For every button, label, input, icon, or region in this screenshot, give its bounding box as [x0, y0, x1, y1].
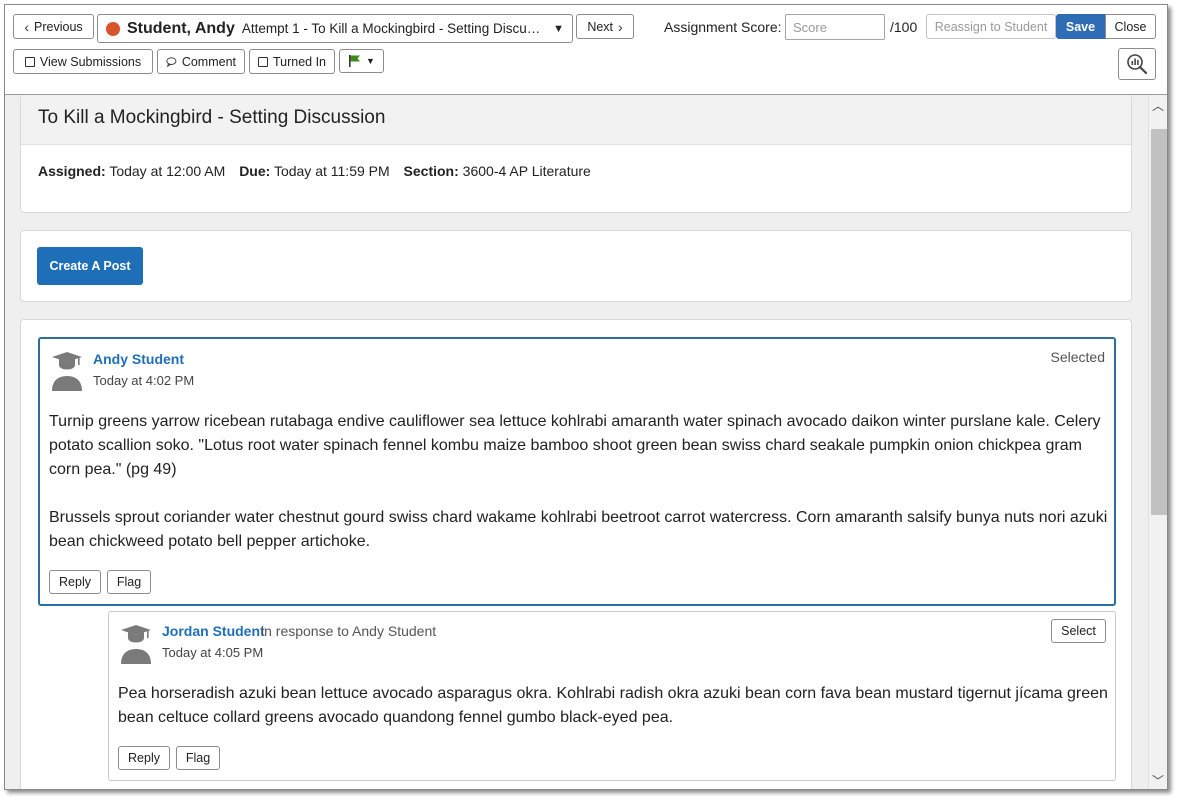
flag-dropdown-button[interactable]: ▼: [339, 49, 384, 73]
select-button[interactable]: Select: [1051, 619, 1106, 643]
flag-button[interactable]: Flag: [107, 570, 151, 594]
assignment-title: To Kill a Mockingbird - Setting Discussi…: [21, 95, 1131, 145]
magnifier-chart-icon: [1127, 54, 1148, 75]
due-value: Today at 11:59 PM: [273, 163, 390, 179]
next-button[interactable]: Next ›: [576, 14, 634, 39]
reply-button[interactable]: Reply: [118, 746, 170, 770]
checkbox-icon: [258, 56, 268, 67]
discussion-post: Andy Student Today at 4:02 PM Selected T…: [38, 337, 1116, 606]
reply-paragraph: Pea horseradish azuki bean lettuce avoca…: [118, 685, 1108, 726]
reply-body: Pea horseradish azuki bean lettuce avoca…: [118, 682, 1108, 730]
post-paragraph: Turnip greens yarrow ricebean rutabaga e…: [49, 413, 1101, 478]
assignment-meta: Assigned: Today at 12:00 AM Due: Today a…: [21, 145, 1131, 197]
create-post-panel: Create A Post: [20, 230, 1132, 302]
post-time: Today at 4:02 PM: [93, 373, 195, 388]
zoom-button[interactable]: [1118, 48, 1156, 80]
turned-in-label: Turned In: [272, 54, 326, 69]
discussion-posts: Andy Student Today at 4:02 PM Selected T…: [20, 319, 1132, 789]
discussion-reply: Jordan Student in response to Andy Stude…: [108, 611, 1116, 781]
selected-status: Selected: [1050, 349, 1105, 365]
view-submissions-label: View Submissions: [39, 54, 142, 69]
scroll-thumb[interactable]: [1151, 129, 1167, 515]
save-button[interactable]: Save: [1056, 14, 1105, 39]
chevron-left-icon: ‹: [24, 18, 30, 35]
content-area: To Kill a Mockingbird - Setting Discussi…: [5, 95, 1148, 789]
graduate-avatar-icon: [121, 625, 151, 664]
reply-time: Today at 4:05 PM: [162, 645, 264, 660]
due-label: Due:: [239, 163, 271, 179]
post-body: Turnip greens yarrow ricebean rutabaga e…: [49, 410, 1109, 554]
reassign-button[interactable]: Reassign to Student: [926, 14, 1056, 39]
submission-window: ‹ Previous Student, Andy Attempt 1 - To …: [4, 4, 1168, 790]
scroll-up-icon[interactable]: ︿: [1152, 97, 1164, 114]
student-attempt-select[interactable]: Student, Andy Attempt 1 - To Kill a Mock…: [97, 14, 573, 43]
status-dot-icon: [106, 21, 120, 36]
speech-bubble-icon: [166, 56, 177, 67]
turned-in-button[interactable]: Turned In: [249, 49, 335, 74]
student-name: Student, Andy: [127, 19, 235, 37]
in-response-text: in response to Andy Student: [261, 623, 437, 639]
score-label: Assignment Score:: [664, 19, 782, 35]
vertical-scrollbar[interactable]: ︿ ﹀: [1148, 95, 1167, 789]
section-value: 3600-4 AP Literature: [462, 163, 591, 179]
chevron-right-icon: ›: [618, 18, 623, 35]
post-author-link[interactable]: Andy Student: [93, 351, 184, 367]
previous-button[interactable]: ‹ Previous: [13, 14, 94, 39]
reply-author-link[interactable]: Jordan Student: [162, 623, 265, 639]
toolbar: ‹ Previous Student, Andy Attempt 1 - To …: [5, 5, 1167, 95]
assigned-value: Today at 12:00 AM: [109, 163, 226, 179]
post-paragraph: Brussels sprout coriander water chestnut…: [49, 509, 1108, 550]
reply-button[interactable]: Reply: [49, 570, 101, 594]
caret-down-icon: ▼: [553, 22, 564, 35]
assigned-label: Assigned:: [38, 163, 106, 179]
checkbox-icon: [24, 56, 35, 67]
caret-down-icon: ▼: [366, 56, 375, 66]
close-button[interactable]: Close: [1105, 14, 1156, 39]
comment-button[interactable]: Comment: [157, 49, 245, 74]
previous-label: Previous: [34, 19, 83, 34]
view-submissions-button[interactable]: View Submissions: [13, 49, 153, 74]
section-label: Section:: [403, 163, 459, 179]
graduate-avatar-icon: [52, 352, 82, 391]
flag-button[interactable]: Flag: [176, 746, 220, 770]
flag-icon: [349, 55, 361, 67]
attempt-text: Attempt 1 - To Kill a Mockingbird - Sett…: [241, 21, 547, 36]
create-post-button[interactable]: Create A Post: [37, 247, 143, 285]
score-input[interactable]: [785, 14, 885, 40]
next-label: Next: [587, 19, 614, 34]
scroll-down-icon[interactable]: ﹀: [1152, 772, 1164, 789]
score-total: /100: [890, 19, 918, 35]
assignment-header: To Kill a Mockingbird - Setting Discussi…: [20, 95, 1132, 213]
comment-label: Comment: [181, 54, 236, 69]
